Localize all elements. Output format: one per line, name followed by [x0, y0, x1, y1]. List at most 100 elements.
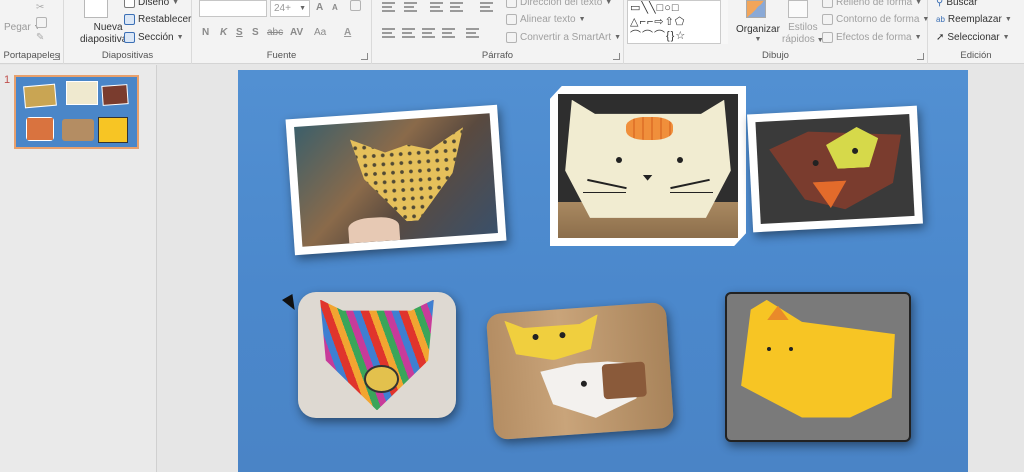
section-button[interactable]: Sección ▼: [124, 32, 184, 43]
shape-outline-button[interactable]: Contorno de forma ▼: [822, 14, 929, 25]
group-portapapeles: Pegar ▼ ✂ ✎ Portapapeles: [0, 0, 64, 64]
thumb-photo: [66, 81, 98, 105]
chevron-down-icon: ▼: [176, 34, 184, 41]
group-diapositivas: Nueva diapositiva ▼ Diseño ▼ Restablecer…: [64, 0, 192, 64]
chevron-down-icon: ▼: [754, 36, 762, 43]
chevron-down-icon: ▼: [915, 0, 923, 6]
dialog-launcher-icon[interactable]: [917, 53, 924, 60]
slide-thumbnails-pane: 1: [0, 65, 157, 472]
columns-icon[interactable]: [466, 28, 479, 38]
group-label: Fuente: [266, 50, 297, 61]
cut-button[interactable]: ✂: [36, 2, 44, 13]
photo-cat-and-dog-on-wood[interactable]: [485, 301, 675, 441]
reset-button[interactable]: Restablecer: [124, 14, 191, 25]
photo-yellow-cat[interactable]: [725, 292, 911, 442]
chevron-down-icon: ▼: [605, 0, 613, 6]
increase-indent-icon[interactable]: [450, 2, 463, 12]
bullets-icon[interactable]: [382, 2, 395, 12]
copy-button[interactable]: [36, 17, 47, 28]
replace-icon: ab: [936, 15, 945, 24]
clear-format-button[interactable]: [350, 0, 361, 14]
format-painter-button[interactable]: ✎: [36, 32, 44, 43]
new-slide-icon: [84, 0, 108, 18]
underline-button[interactable]: S: [236, 27, 243, 38]
group-label: Párrafo: [481, 50, 514, 61]
find-button[interactable]: ⚲ Buscar: [936, 0, 977, 8]
search-icon: ⚲: [936, 0, 944, 8]
decrease-indent-icon[interactable]: [430, 2, 443, 12]
justify-icon[interactable]: [442, 28, 455, 38]
scissors-icon: ✂: [36, 2, 45, 13]
group-parrafo: Dirección del texto ▼ Alinear texto ▼ Co…: [372, 0, 624, 64]
arrange-button[interactable]: Organizar ▼: [736, 24, 780, 43]
slide-number: 1: [4, 74, 11, 86]
strikethrough-button[interactable]: abc: [267, 27, 283, 38]
chevron-down-icon: ▼: [299, 5, 306, 12]
thumb-photo: [23, 83, 57, 109]
align-right-icon[interactable]: [422, 28, 435, 38]
layout-button[interactable]: Diseño ▼: [124, 0, 179, 8]
slide-thumbnail[interactable]: [14, 75, 139, 149]
hand: [347, 215, 401, 244]
shape-effects-button[interactable]: Efectos de forma ▼: [822, 32, 922, 43]
font-name-input[interactable]: [199, 0, 267, 17]
shapes-scroll[interactable]: [720, 0, 728, 44]
chevron-down-icon: ▼: [1002, 34, 1010, 41]
photo-leopard-mask[interactable]: [285, 104, 507, 256]
quick-styles-icon: [788, 0, 808, 18]
dialog-launcher-icon[interactable]: [613, 53, 620, 60]
reset-icon: [124, 14, 135, 25]
dialog-launcher-icon[interactable]: [361, 53, 368, 60]
photo-dog-mask[interactable]: [747, 105, 923, 233]
group-label: Edición: [960, 50, 992, 61]
numbering-icon[interactable]: [404, 2, 417, 12]
align-left-icon[interactable]: [382, 28, 395, 38]
shape-fill-button[interactable]: Relleno de forma ▼: [822, 0, 922, 8]
font-size-input[interactable]: 24+ ▼: [270, 0, 310, 17]
font-color-button[interactable]: A: [344, 27, 351, 38]
align-center-icon[interactable]: [402, 28, 415, 38]
smartart-button[interactable]: Convertir a SmartArt ▼: [506, 32, 621, 43]
photo-rainbow-cat[interactable]: [298, 292, 456, 418]
thumb-photo: [62, 119, 94, 141]
cursor-icon: ➚: [936, 32, 945, 43]
leopard-face: [350, 127, 470, 225]
thumb-photo: [101, 84, 129, 106]
eraser-icon: [350, 0, 361, 11]
group-label: Diapositivas: [101, 50, 154, 61]
arrange-icon: [746, 0, 766, 18]
photo-cat-mask[interactable]: [550, 86, 746, 246]
dialog-launcher-icon[interactable]: [53, 53, 60, 60]
text-direction-button[interactable]: Dirección del texto ▼: [506, 0, 612, 8]
group-dibujo: ▭╲╲□○□ △⌐⌐⇨⇧⬠ ⌒⌒⌒{}☆ Organizar ▼ Estilos…: [624, 0, 929, 64]
group-fuente: 24+ ▼ A A N K S S abc AV Aa A Fuente: [192, 0, 372, 64]
align-text-button[interactable]: Alinear texto ▼: [506, 14, 586, 25]
bold-button[interactable]: N: [202, 27, 209, 38]
layout-icon: [124, 0, 135, 8]
smartart-icon: [506, 32, 517, 43]
select-button[interactable]: ➚ Seleccionar ▼: [936, 32, 1010, 43]
line-spacing-icon[interactable]: [480, 2, 493, 12]
paint-bucket-icon: [822, 0, 833, 8]
spacing-button[interactable]: AV: [290, 27, 303, 38]
group-label: Dibujo: [762, 50, 789, 61]
replace-button[interactable]: ab Reemplazar ▼: [936, 14, 1012, 25]
shrink-font-button[interactable]: A: [332, 3, 338, 12]
slide-editing-area[interactable]: [158, 65, 1024, 472]
ribbon: Pegar ▼ ✂ ✎ Portapapeles Nueva diapositi…: [0, 0, 1024, 64]
shapes-gallery[interactable]: ▭╲╲□○□ △⌐⌐⇨⇧⬠ ⌒⌒⌒{}☆: [627, 0, 727, 44]
chevron-down-icon: ▼: [614, 34, 622, 41]
italic-button[interactable]: K: [220, 27, 227, 38]
effects-icon: [822, 32, 833, 43]
shadow-button[interactable]: S: [252, 27, 259, 38]
slide[interactable]: [238, 70, 968, 472]
chevron-down-icon: ▼: [578, 16, 586, 23]
grow-font-button[interactable]: A: [316, 2, 323, 13]
group-edicion: ⚲ Buscar ab Reemplazar ▼ ➚ Seleccionar ▼…: [928, 0, 1024, 64]
quick-styles-button[interactable]: Estilos rápidos ▼: [782, 22, 824, 45]
change-case-button[interactable]: Aa: [314, 27, 326, 38]
text-direction-icon: [506, 0, 517, 8]
brush-icon: ✎: [36, 32, 45, 43]
powerpoint-window: Pegar ▼ ✂ ✎ Portapapeles Nueva diapositi…: [0, 0, 1024, 472]
photo-image: [294, 113, 498, 247]
